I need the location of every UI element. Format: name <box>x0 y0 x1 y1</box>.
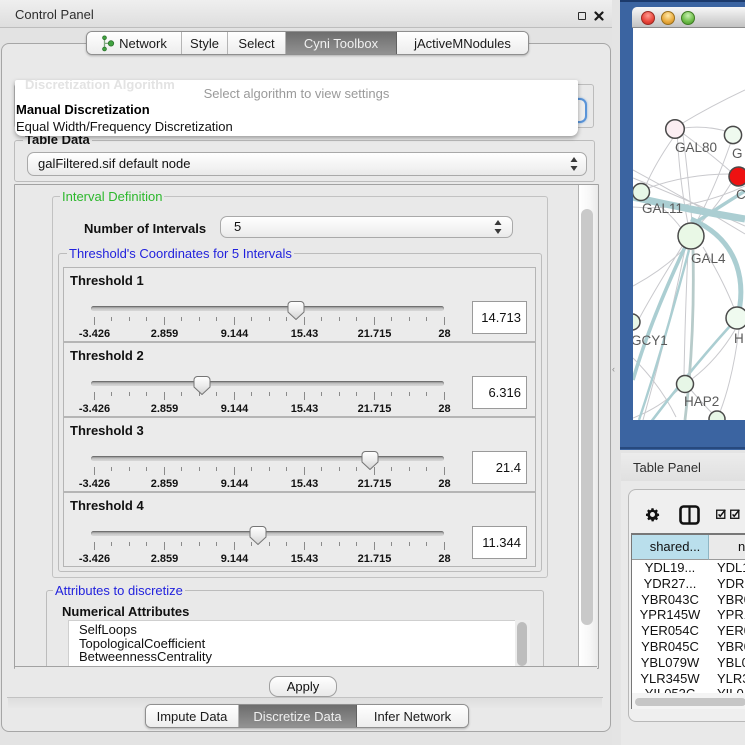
svg-text:GAL4: GAL4 <box>691 251 726 266</box>
svg-text:GAL11: GAL11 <box>642 201 683 216</box>
svg-text:C: C <box>736 187 745 202</box>
svg-text:HAP2: HAP2 <box>684 394 719 409</box>
svg-text:GAL80: GAL80 <box>675 140 717 155</box>
svg-text:GCY1: GCY1 <box>633 333 668 348</box>
svg-text:G: G <box>732 146 743 161</box>
svg-text:H: H <box>734 331 744 346</box>
